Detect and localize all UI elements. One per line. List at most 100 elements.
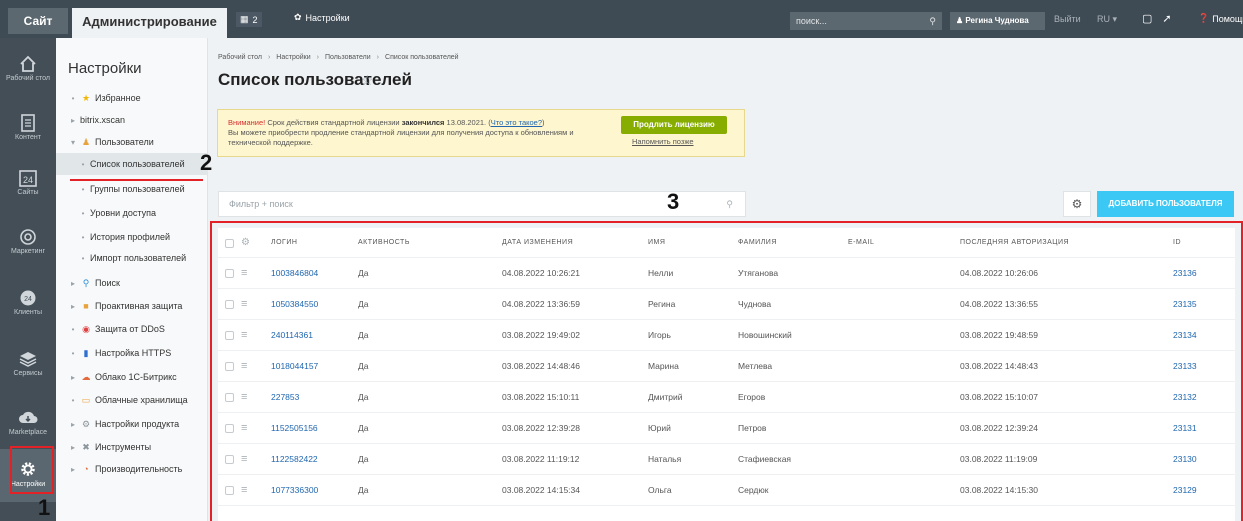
nav-item-label: Облачные хранилища (95, 395, 188, 405)
nav-item-label: Уровни доступа (90, 208, 156, 218)
breadcrumb-separator: › (376, 54, 380, 61)
nav-item-access-levels[interactable]: • Уровни доступа (56, 202, 208, 224)
nav-item-tools[interactable]: ▸ ✖ Инструменты (56, 436, 208, 458)
search-icon[interactable]: ⚲ (726, 192, 733, 216)
breadcrumb-item[interactable]: Пользователи (325, 54, 371, 61)
help-icon: ❓ (1198, 13, 1210, 23)
tools-icon: ✖ (82, 442, 90, 452)
iconbar-content[interactable]: Контент (0, 114, 56, 141)
nav-marker: • (71, 349, 75, 358)
user-menu-button[interactable]: ♟ Регина Чуднова (950, 12, 1045, 30)
grid-settings-button[interactable]: ⚙ (1063, 191, 1091, 217)
what-is-this-link[interactable]: Что это такое? (491, 118, 542, 127)
nav-marker: • (81, 254, 85, 263)
logout-link[interactable]: Выйти (1054, 14, 1081, 24)
iconbar-desktop[interactable]: Рабочий стол (0, 55, 56, 82)
annotation-outline-table (210, 221, 1243, 521)
breadcrumb-item[interactable]: Рабочий стол (218, 54, 262, 61)
warning-attention: Внимание! (228, 118, 266, 127)
iconbar-label: Marketplace (8, 429, 48, 436)
annotation-label-2: 2 (200, 150, 213, 175)
nav-item-cloud-storage[interactable]: • ▭ Облачные хранилища (56, 389, 208, 411)
warning-text-part: Срок действия стандартной лицензии (265, 118, 402, 127)
cloud-icon: ☁ (81, 372, 91, 382)
breadcrumb-item[interactable]: Список пользователей (385, 54, 459, 61)
annotation-label-1: 1 (38, 495, 51, 520)
content-icon (21, 114, 35, 132)
nav-item-label: Пользователи (95, 137, 154, 147)
ddos-icon: ◉ (82, 324, 90, 334)
nav-item-label: Настройка HTTPS (95, 348, 172, 358)
speed-icon: ◔ (83, 464, 89, 474)
nav-title: Настройки (68, 60, 142, 77)
nav-item-label: Группы пользователей (90, 184, 185, 194)
nav-item-bitrix-cloud[interactable]: ▸ ☁ Облако 1С-Битрикс (56, 366, 208, 388)
help-button[interactable]: ❓ Помощь (1198, 13, 1243, 24)
iconbar-marketplace[interactable]: Marketplace (0, 409, 56, 436)
nav-item-product-settings[interactable]: ▸ ⚙ Настройки продукта (56, 413, 208, 435)
iconbar-clients[interactable]: 24 Клиенты (0, 289, 56, 316)
warning-line-2: Вы можете приобрести продление стандартн… (228, 128, 574, 147)
notifications-icon: ▦ (240, 14, 249, 24)
tab-administration[interactable]: Администрирование (72, 8, 227, 38)
iconbar-label: Сайты (17, 189, 39, 196)
clients-icon: 24 (20, 290, 36, 306)
nav-item-label: Настройки продукта (95, 419, 180, 429)
nav-marker: ▸ (70, 302, 75, 311)
nav-marker: • (81, 233, 85, 242)
favorite-star-icon[interactable]: ☆ (361, 72, 374, 89)
nav-item-label: bitrix.xscan (80, 115, 126, 125)
iconbar-sites[interactable]: 24 Сайты (0, 169, 56, 196)
nav-marker: ▸ (70, 279, 75, 288)
pin-icon[interactable]: ➚ (1162, 12, 1171, 25)
nav-item-favorites[interactable]: • ★ Избранное (56, 87, 208, 109)
nav-item-label: Инструменты (95, 442, 152, 452)
window-icon[interactable]: ▢ (1142, 12, 1152, 25)
nav-item-search[interactable]: ▸ ⚲ Поиск (56, 272, 208, 294)
nav-item-label: История профилей (90, 232, 171, 242)
help-label: Помощь (1212, 13, 1243, 24)
filter-placeholder: Фильтр + поиск (229, 199, 293, 209)
svg-text:24: 24 (23, 175, 33, 185)
top-search-placeholder: поиск... (796, 16, 827, 26)
nav-item-https[interactable]: • ▮ Настройка HTTPS (56, 342, 208, 364)
nav-item-user-groups[interactable]: • Группы пользователей (56, 178, 208, 200)
nav-item-proactive-protection[interactable]: ▸ ■ Проактивная защита (56, 295, 208, 317)
nav-item-label: Импорт пользователей (90, 253, 187, 263)
language-select[interactable]: RU ▾ (1097, 14, 1117, 25)
nav-marker: ▸ (70, 373, 75, 382)
breadcrumb-separator: › (316, 54, 319, 61)
nav-marker: ▸ (70, 420, 75, 429)
lock-icon: ■ (83, 301, 89, 311)
add-user-button[interactable]: ДОБАВИТЬ ПОЛЬЗОВАТЕЛЯ (1097, 191, 1234, 217)
nav-item-ddos[interactable]: • ◉ Защита от DDoS (56, 318, 208, 340)
nav-marker: • (81, 185, 85, 194)
top-search-input[interactable]: поиск... ⚲ (790, 12, 942, 30)
nav-item-user-import[interactable]: • Импорт пользователей (56, 247, 208, 269)
user-icon: ♟ (81, 137, 91, 147)
nav-item-xscan[interactable]: ▸ bitrix.xscan (56, 109, 208, 131)
nav-item-profile-history[interactable]: • История профилей (56, 226, 208, 248)
nav-marker: • (71, 396, 75, 405)
breadcrumb-item[interactable]: Настройки (276, 54, 310, 61)
nav-item-performance[interactable]: ▸ ◔ Производительность (56, 458, 208, 480)
top-settings-button[interactable]: ✿ Настройки (294, 12, 350, 23)
warning-expired: закончился (401, 118, 445, 127)
notifications-button[interactable]: ▦ 2 (236, 12, 262, 27)
nav-item-label: Список пользователей (90, 159, 185, 169)
iconbar-label: Рабочий стол (6, 75, 50, 82)
marketing-icon (20, 229, 36, 245)
remind-later-link[interactable]: Напомнить позже (632, 137, 694, 146)
nav-item-users[interactable]: ▾ ♟ Пользователи (56, 131, 208, 153)
tab-site[interactable]: Сайт (8, 8, 68, 34)
search-icon[interactable]: ⚲ (929, 12, 936, 30)
iconbar-label: Сервисы (13, 370, 43, 377)
iconbar-services[interactable]: Сервисы (0, 350, 56, 377)
notifications-count: 2 (252, 14, 258, 25)
nav-marker: • (81, 209, 85, 218)
nav-item-user-list[interactable]: • Список пользователей (56, 153, 208, 175)
nav-marker: ▸ (70, 116, 75, 125)
sites-icon: 24 (19, 170, 37, 187)
iconbar-marketing[interactable]: Маркетинг (0, 228, 56, 255)
renew-license-button[interactable]: Продлить лицензию (621, 116, 727, 134)
